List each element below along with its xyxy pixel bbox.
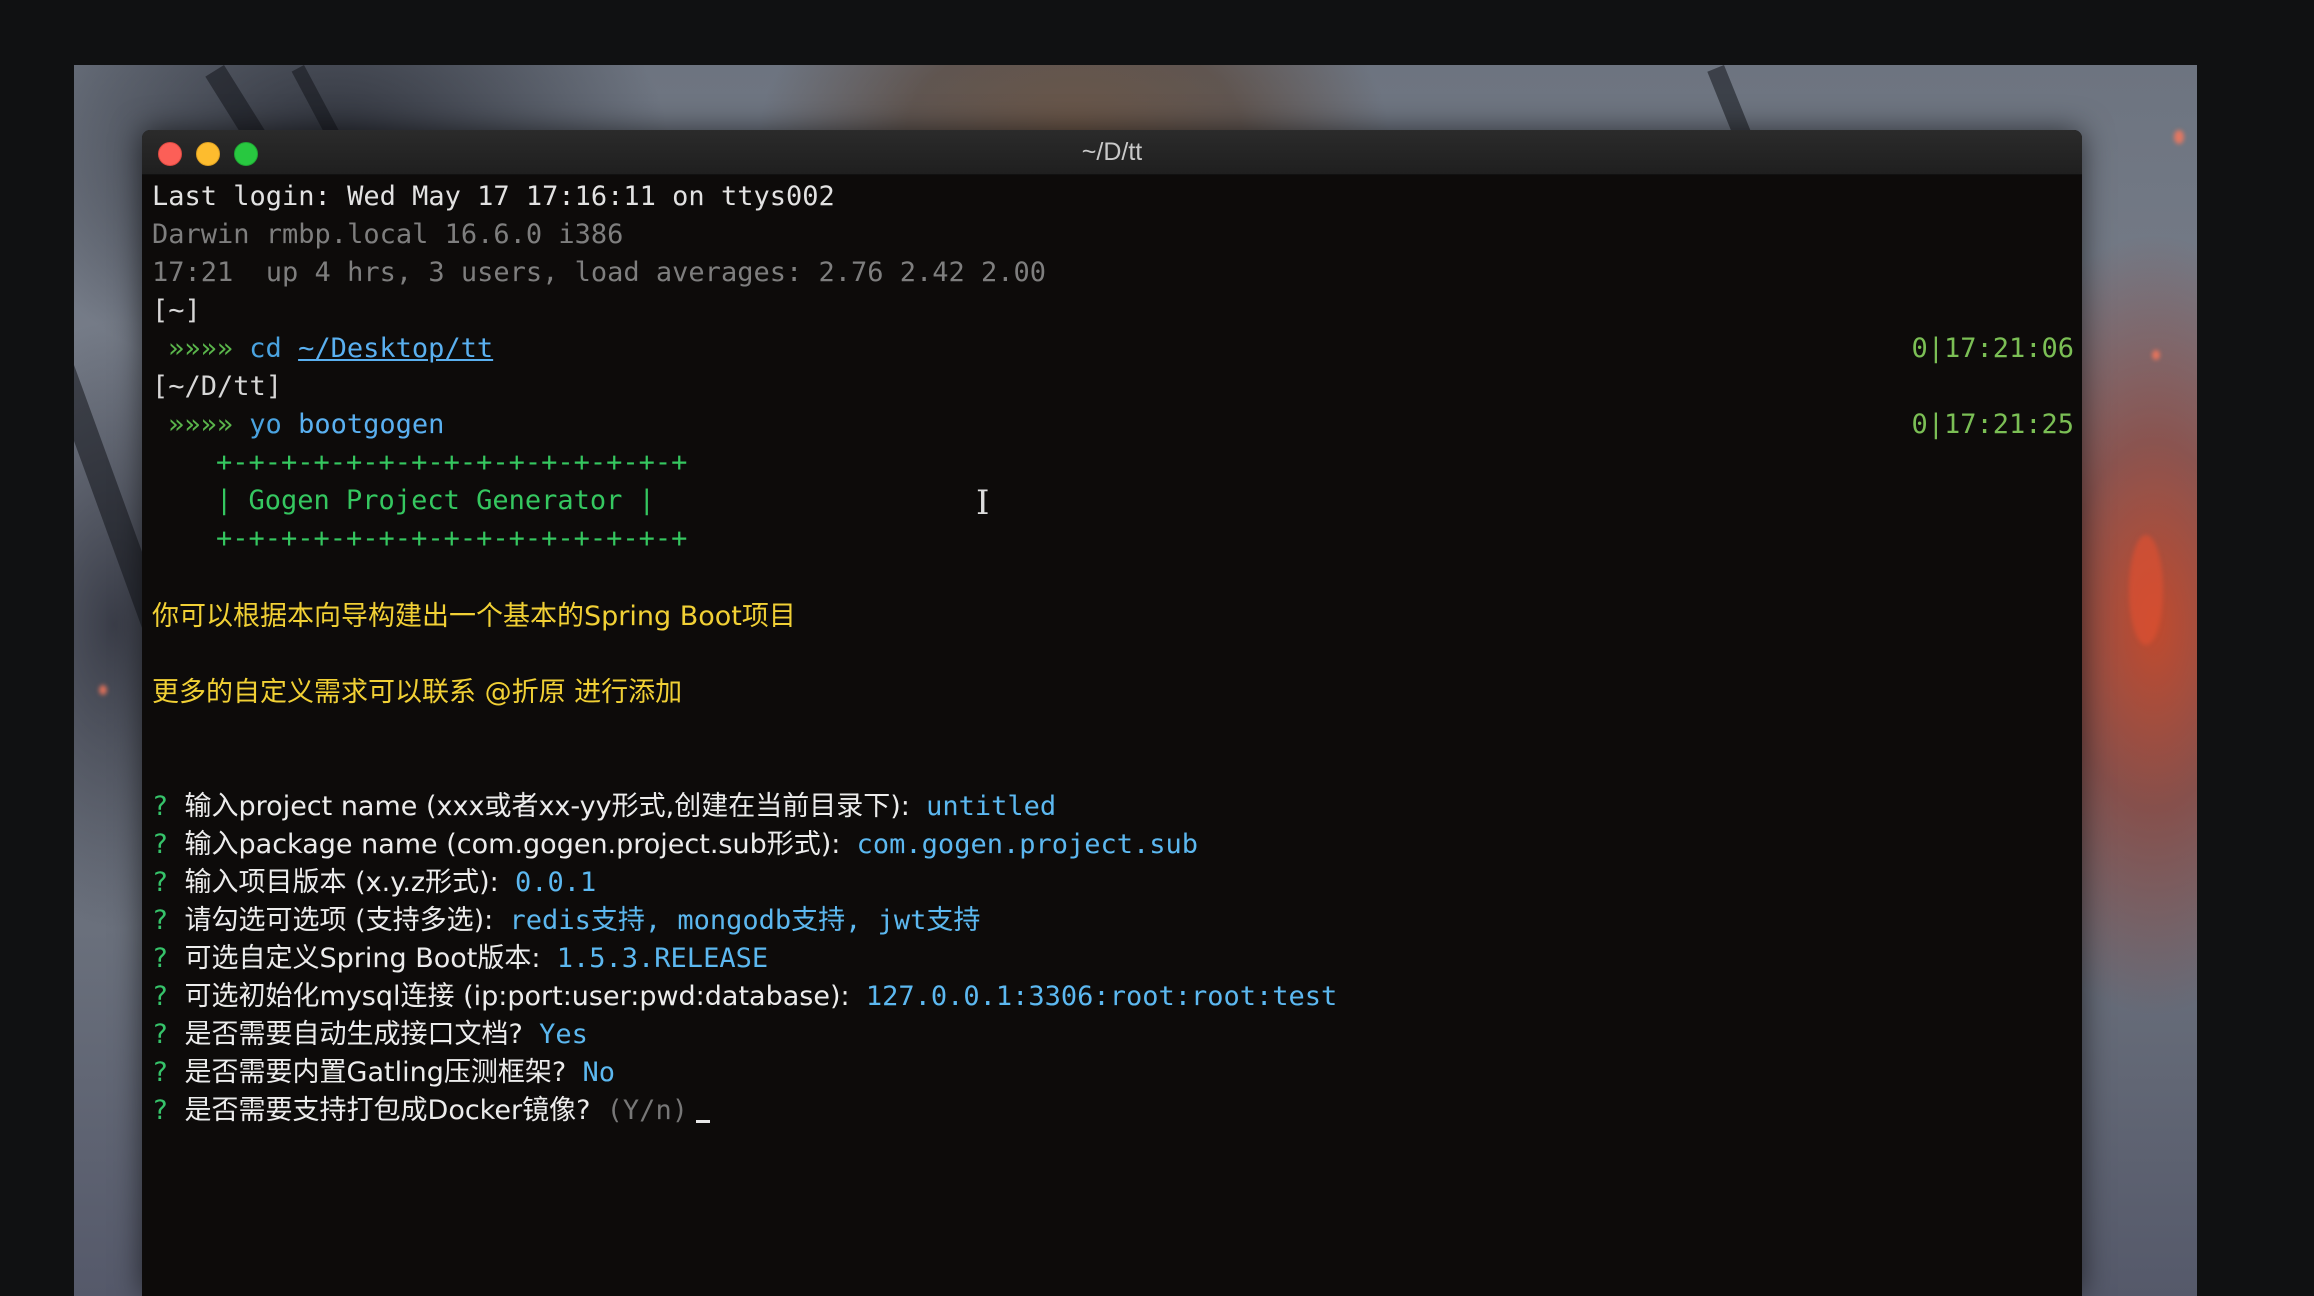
banner-bottom: +-+-+-+-+-+-+-+-+-+-+-+-+-+-+ xyxy=(216,523,688,554)
terminal-window[interactable]: ~/D/tt Last login: Wed May 17 17:16:11 o… xyxy=(142,130,2082,1296)
answer-text: 0.0.1 xyxy=(515,867,597,898)
question-mark: ? xyxy=(152,1057,169,1088)
command-line-yo: »»»» yo bootgogen xyxy=(168,406,444,444)
generator-name: bootgogen xyxy=(298,409,445,440)
question-line: ? 是否需要自动生成接口文档? Yes xyxy=(152,1016,588,1054)
question-line-active[interactable]: ? 是否需要支持打包成Docker镜像? (Y/n) xyxy=(152,1092,710,1130)
question-line: ? 可选初始化mysql连接 (ip:port:user:pwd:databas… xyxy=(152,978,1337,1016)
question-text: 输入package name (com.gogen.project.sub形式)… xyxy=(184,829,841,860)
question-mark: ? xyxy=(152,867,169,898)
question-text: 输入项目版本 (x.y.z形式): xyxy=(184,867,499,898)
prompt-dir: [~/D/tt] xyxy=(152,371,283,402)
answer-text: Yes xyxy=(539,1019,588,1050)
banner-top: +-+-+-+-+-+-+-+-+-+-+-+-+-+-+ xyxy=(216,447,688,478)
path-link[interactable]: ~/Desktop/tt xyxy=(298,333,493,364)
question-mark: ? xyxy=(152,829,169,860)
terminal-output[interactable]: Last login: Wed May 17 17:16:11 on ttys0… xyxy=(152,178,2082,1296)
question-line: ? 可选自定义Spring Boot版本: 1.5.3.RELEASE xyxy=(152,940,768,978)
question-mark: ? xyxy=(152,791,169,822)
darwin-line: Darwin rmbp.local 16.6.0 i386 xyxy=(152,219,624,250)
ibeam-cursor-icon: I xyxy=(976,483,990,523)
answer-text: untitled xyxy=(926,791,1057,822)
answer-text: No xyxy=(582,1057,615,1088)
intro-line-2: 更多的自定义需求可以联系 @折原 进行添加 xyxy=(152,677,683,708)
question-line: ? 输入project name (xxx或者xx-yy形式,创建在当前目录下)… xyxy=(152,788,1056,826)
prompt-arrows: »»»» xyxy=(168,333,234,364)
question-line: ? 是否需要内置Gatling压测框架? No xyxy=(152,1054,615,1092)
question-line: ? 输入项目版本 (x.y.z形式): 0.0.1 xyxy=(152,864,596,902)
question-text: 请勾选可选项 (支持多选): xyxy=(184,905,494,936)
prompt-home: [~] xyxy=(152,295,201,326)
answer-hint: (Y/n) xyxy=(606,1095,688,1126)
question-line: ? 请勾选可选项 (支持多选): redis支持, mongodb支持, jwt… xyxy=(152,902,980,940)
command-line-cd: »»»» cd ~/Desktop/tt xyxy=(168,330,493,368)
question-mark: ? xyxy=(152,943,169,974)
banner-title: | Gogen Project Generator | xyxy=(216,485,655,516)
command-cd: cd xyxy=(249,333,282,364)
question-line: ? 输入package name (com.gogen.project.sub形… xyxy=(152,826,1198,864)
question-mark: ? xyxy=(152,981,169,1012)
command-yo: yo xyxy=(249,409,282,440)
command-timestamp: 0|17:21:06 xyxy=(1911,333,2074,364)
intro-line-1: 你可以根据本向导构建出一个基本的Spring Boot项目 xyxy=(152,601,796,632)
question-text: 是否需要支持打包成Docker镜像? xyxy=(184,1095,591,1126)
text-cursor xyxy=(695,1120,710,1123)
question-mark: ? xyxy=(152,905,169,936)
answer-text: com.gogen.project.sub xyxy=(856,829,1199,860)
answer-text: 127.0.0.1:3306:root:root:test xyxy=(865,981,1338,1012)
question-mark: ? xyxy=(152,1019,169,1050)
question-text: 是否需要内置Gatling压测框架? xyxy=(184,1057,567,1088)
question-text: 可选自定义Spring Boot版本: xyxy=(184,943,541,974)
answer-text: redis支持, mongodb支持, jwt支持 xyxy=(509,905,981,936)
last-login-line: Last login: Wed May 17 17:16:11 on ttys0… xyxy=(152,181,835,212)
window-title: ~/D/tt xyxy=(1081,138,1143,166)
question-text: 是否需要自动生成接口文档? xyxy=(184,1019,523,1050)
answer-text: 1.5.3.RELEASE xyxy=(556,943,769,974)
uptime-line: 17:21 up 4 hrs, 3 users, load averages: … xyxy=(152,257,1047,288)
question-text: 可选初始化mysql连接 (ip:port:user:pwd:database)… xyxy=(184,981,850,1012)
question-text: 输入project name (xxx或者xx-yy形式,创建在当前目录下): xyxy=(184,791,910,822)
command-timestamp: 0|17:21:25 xyxy=(1911,409,2074,440)
prompt-arrows: »»»» xyxy=(168,409,234,440)
question-mark: ? xyxy=(152,1095,169,1126)
title-bar[interactable]: ~/D/tt xyxy=(142,130,2082,175)
